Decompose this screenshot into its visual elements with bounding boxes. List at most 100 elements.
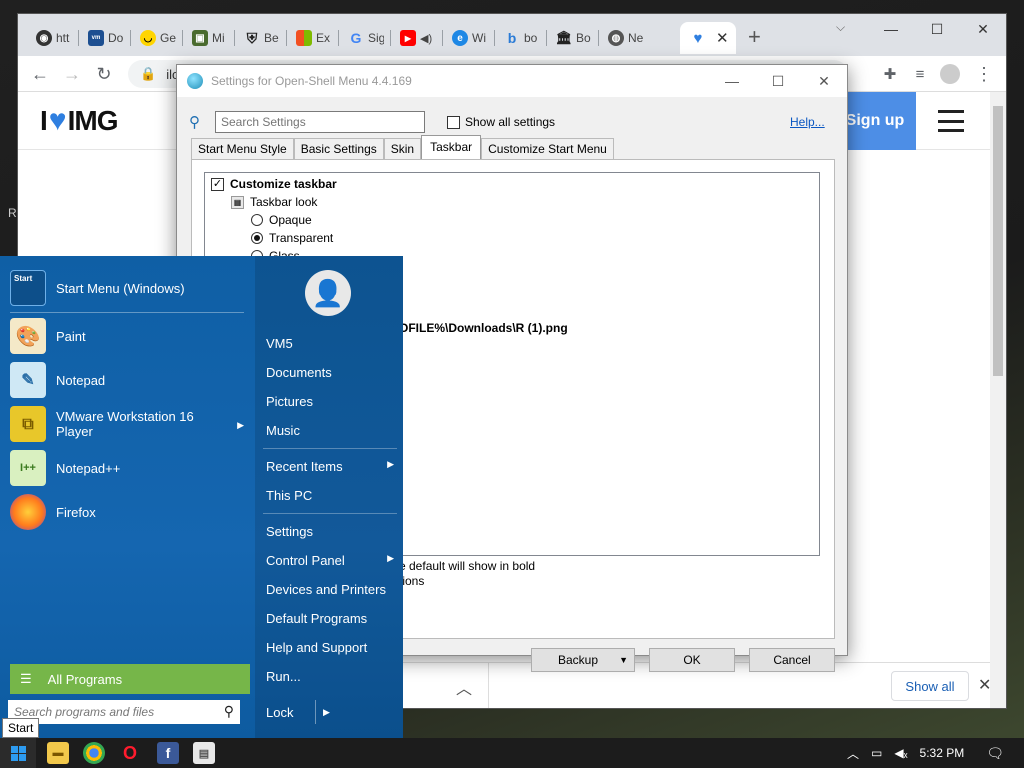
- start-button[interactable]: [0, 738, 36, 768]
- dialog-minimize-button[interactable]: —: [709, 65, 755, 97]
- globe-icon: ◍: [608, 30, 624, 46]
- place-documents[interactable]: Documents: [266, 365, 398, 380]
- tray-chevron-up-icon[interactable]: ︿: [847, 745, 859, 762]
- tab-customize-start-menu[interactable]: Customize Start Menu: [481, 138, 614, 159]
- notification-icon[interactable]: 🗨: [986, 745, 1004, 762]
- close-tab-icon[interactable]: ✕: [716, 29, 729, 47]
- chevron-up-icon[interactable]: ︿: [456, 675, 472, 699]
- chrome-icon[interactable]: [83, 742, 105, 764]
- opaque-option[interactable]: Opaque: [251, 213, 312, 227]
- place-user[interactable]: VM5: [266, 336, 398, 351]
- program-notepadpp[interactable]: I++ Notepad++: [10, 450, 244, 486]
- file-explorer-icon[interactable]: ▬: [47, 742, 69, 764]
- place-pictures[interactable]: Pictures: [266, 394, 398, 409]
- clock[interactable]: 5:32 PM: [920, 746, 965, 760]
- place-devices-printers[interactable]: Devices and Printers: [266, 582, 398, 597]
- program-firefox[interactable]: Firefox: [10, 494, 244, 530]
- close-window-button[interactable]: ✕: [960, 14, 1006, 44]
- back-button[interactable]: ←: [26, 60, 54, 88]
- tab-start-menu-style[interactable]: Start Menu Style: [191, 138, 294, 159]
- facebook-icon[interactable]: f: [157, 742, 179, 764]
- browser-tab[interactable]: ◉ htt: [26, 22, 78, 54]
- dialog-close-button[interactable]: ✕: [801, 65, 847, 97]
- new-tab-button[interactable]: +: [748, 26, 761, 48]
- volume-muted-icon[interactable]: ◀ₓ: [894, 746, 907, 760]
- hamburger-menu-icon[interactable]: [938, 110, 964, 132]
- place-recent-items[interactable]: Recent Items ▶: [266, 459, 398, 474]
- program-notepad[interactable]: ✎ Notepad: [10, 362, 244, 398]
- close-download-bar-icon[interactable]: ✕: [978, 675, 990, 695]
- show-all-downloads-button[interactable]: Show all: [891, 671, 969, 701]
- shield-icon: ⛨: [246, 29, 258, 46]
- browser-tab[interactable]: ◍ Ne: [598, 22, 650, 54]
- browser-tab[interactable]: G Sig: [338, 22, 390, 54]
- desktop-icon-label: R: [8, 206, 17, 220]
- program-paint[interactable]: 🎨 Paint: [10, 318, 244, 354]
- minimize-button[interactable]: —: [868, 14, 914, 44]
- program-vmware[interactable]: ⧉ VMware Workstation 16 Player ▶: [10, 406, 244, 442]
- place-music[interactable]: Music: [266, 423, 398, 438]
- scrollbar-thumb[interactable]: [993, 106, 1003, 376]
- place-this-pc[interactable]: This PC: [266, 488, 398, 503]
- tab-search-icon[interactable]: ⌵: [836, 20, 845, 35]
- search-icon[interactable]: ⚲: [224, 703, 234, 720]
- network-icon[interactable]: ▭: [871, 746, 882, 760]
- user-avatar[interactable]: 👤: [305, 270, 351, 316]
- taskbar-look-row[interactable]: ▦ Taskbar look: [231, 195, 317, 209]
- customize-taskbar-checkbox[interactable]: ✓: [211, 177, 224, 191]
- program-label: Firefox: [56, 504, 96, 520]
- radio-button-selected[interactable]: [251, 232, 263, 244]
- tree-label: Transparent: [269, 231, 334, 245]
- help-link[interactable]: Help...: [790, 115, 825, 129]
- radio-button[interactable]: [251, 214, 263, 226]
- browser-tab[interactable]: ⛨ Be: [234, 22, 286, 54]
- start-search-input[interactable]: Search programs and files ⚲: [8, 700, 240, 724]
- place-settings[interactable]: Settings: [266, 524, 398, 539]
- extensions-icon[interactable]: ✚: [876, 60, 904, 88]
- maximize-button[interactable]: ☐: [914, 14, 960, 44]
- customize-taskbar-row[interactable]: ✓ Customize taskbar: [211, 177, 337, 191]
- ok-button[interactable]: OK: [649, 648, 735, 672]
- page-scrollbar[interactable]: [990, 92, 1006, 708]
- app-icon[interactable]: ▤: [193, 742, 215, 764]
- reload-button[interactable]: ↻: [90, 60, 118, 88]
- browser-tab[interactable]: 🏛 Bo: [546, 22, 598, 54]
- program-start-menu-windows[interactable]: Start Start Menu (Windows): [10, 270, 244, 306]
- all-programs-button[interactable]: ☰ All Programs: [10, 664, 250, 694]
- site-logo[interactable]: I ♥ IMG: [40, 104, 118, 138]
- browser-tab[interactable]: ▶ ◀): [390, 22, 442, 54]
- texture-path-row[interactable]: OFILE%\Downloads\R (1).png: [399, 321, 568, 335]
- browser-tab[interactable]: Ex: [286, 22, 338, 54]
- place-run[interactable]: Run...: [266, 669, 398, 684]
- notepadpp-icon: I++: [10, 450, 46, 486]
- profile-avatar[interactable]: [940, 64, 960, 84]
- place-help-support[interactable]: Help and Support: [266, 640, 398, 655]
- program-label: Notepad++: [56, 460, 121, 476]
- place-default-programs[interactable]: Default Programs: [266, 611, 398, 626]
- browser-tab[interactable]: e Wi: [442, 22, 494, 54]
- google-icon: G: [350, 30, 362, 46]
- media-control-icon[interactable]: ≡: [906, 60, 934, 88]
- cancel-button[interactable]: Cancel: [749, 648, 835, 672]
- checkbox[interactable]: [447, 115, 460, 129]
- browser-tab-active[interactable]: ♥ ✕: [680, 22, 736, 54]
- heart-logo-icon: ♥: [48, 104, 67, 137]
- browser-tab[interactable]: ◡ Ge: [130, 22, 182, 54]
- dialog-maximize-button[interactable]: ☐: [755, 65, 801, 97]
- shutdown-options-arrow-icon[interactable]: ▶: [315, 700, 337, 724]
- transparent-option[interactable]: Transparent: [251, 231, 333, 245]
- backup-button[interactable]: Backup ▼: [531, 648, 635, 672]
- place-control-panel[interactable]: Control Panel ▶: [266, 553, 398, 568]
- tab-basic-settings[interactable]: Basic Settings: [293, 138, 384, 159]
- tab-skin[interactable]: Skin: [383, 138, 422, 159]
- tab-taskbar[interactable]: Taskbar: [421, 135, 482, 159]
- forward-button[interactable]: →: [58, 60, 86, 88]
- show-all-settings-checkbox[interactable]: Show all settings: [447, 115, 555, 129]
- browser-tab[interactable]: b bo: [494, 22, 546, 54]
- menu-dots-icon[interactable]: ⋮: [970, 60, 998, 88]
- dialog-titlebar[interactable]: Settings for Open-Shell Menu 4.4.169 — ☐…: [177, 65, 847, 97]
- search-settings-input[interactable]: [215, 111, 425, 133]
- opera-icon[interactable]: O: [119, 742, 141, 764]
- browser-tab[interactable]: vm Do: [78, 22, 130, 54]
- browser-tab[interactable]: ▣ Mi: [182, 22, 234, 54]
